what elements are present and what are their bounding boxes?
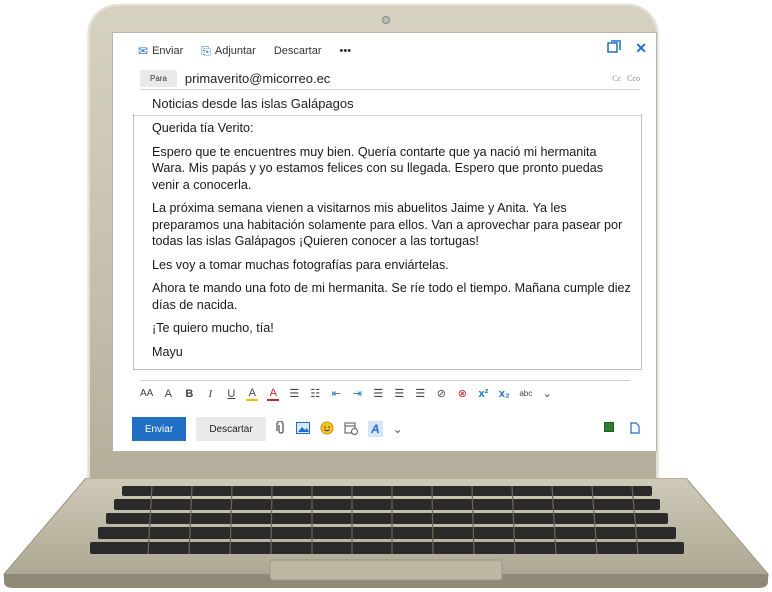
attach-icon[interactable] [276,419,286,438]
align-left-icon[interactable]: ☰ [372,387,384,400]
to-label-button[interactable]: Para [140,70,177,87]
paperclip-icon: ⎘ [201,43,211,58]
italic-icon[interactable]: I [204,388,216,400]
cc-link[interactable]: Cc [612,74,621,83]
bullets-icon[interactable]: ☰ [288,387,300,400]
toolbar-discard-button[interactable]: Descartar [274,45,322,57]
more-icon: ••• [339,45,352,57]
compose-action-bar: Enviar Descartar A ⌄ [132,417,644,441]
popout-icon[interactable] [607,40,622,57]
chevron-down-icon[interactable]: ⌄ [393,422,403,436]
subscript-icon[interactable]: x₂ [498,388,510,400]
body-paragraph-1: Espero que te encuentres muy bien. Querí… [152,144,604,192]
formatting-toolbar: AA A B I U A A ☰ ☷ ⇤ ⇥ ☰ ☰ ☰ ⊘ ⊗ x² x₂ a… [140,380,630,401]
insert-picture-icon[interactable] [296,421,310,437]
font-size-decrease-icon[interactable]: AA [140,388,153,399]
link-icon[interactable]: ⊘ [435,387,447,400]
webcam-icon [382,16,390,24]
body-paragraph-3: Les voy a tomar muchas fotografías para … [152,257,449,272]
numbering-icon[interactable]: ☷ [309,387,321,400]
format-text-icon[interactable]: A [368,421,383,437]
compose-toolbar: ✉ Enviar ⎘ Adjuntar Descartar ••• [138,42,351,60]
to-field-row: Para primaverito@micorreo.ec Cc Cco [140,68,640,90]
emoji-icon[interactable] [320,421,334,438]
body-paragraph-2: La próxima semana vienen a visitarnos mi… [152,201,623,248]
cc-links: Cc Cco [612,74,640,83]
font-size-increase-icon[interactable]: A [162,388,174,400]
body-greeting: Querida tía Verito: [152,121,254,135]
align-center-icon[interactable]: ☰ [393,387,405,400]
window-controls: ✕ [607,40,647,57]
toolbar-attach-label: Adjuntar [214,45,256,57]
send-icon: ✉ [138,44,149,58]
message-body[interactable]: Querida tía Verito: Espero que te encuen… [133,114,642,370]
bottom-right-icons [604,421,640,437]
body-closing: ¡Te quiero mucho, tía! [152,321,274,335]
align-right-icon[interactable]: ☰ [414,387,426,400]
strikethrough-icon[interactable]: abc [519,389,532,398]
outdent-icon[interactable]: ⇤ [330,387,342,400]
toolbar-send-button[interactable]: ✉ Enviar [138,44,183,58]
discard-button[interactable]: Descartar [196,417,266,441]
laptop-keyboard-base [3,478,769,588]
chevron-down-icon[interactable]: ⌄ [541,387,553,400]
highlight-icon[interactable]: A [246,387,259,401]
bold-icon[interactable]: B [183,388,195,400]
more-options-button[interactable]: ••• [340,45,352,57]
body-paragraph-4: Ahora te mando una foto de mi hermanita.… [152,281,631,312]
underline-icon[interactable]: U [225,388,237,400]
indent-icon[interactable]: ⇥ [351,387,363,400]
bcc-link[interactable]: Cco [627,74,640,83]
to-recipient[interactable]: primaverito@micorreo.ec [185,71,330,86]
unlink-icon[interactable]: ⊗ [456,387,468,400]
close-icon[interactable]: ✕ [635,40,647,57]
document-icon[interactable] [630,421,640,437]
toolbar-discard-label: Descartar [273,45,322,57]
send-button[interactable]: Enviar [132,417,186,441]
calendar-icon[interactable] [344,421,358,438]
subject-field[interactable]: Noticias desde las islas Galápagos [132,94,642,116]
font-color-icon[interactable]: A [267,387,280,401]
body-signature: Mayu [152,344,183,359]
superscript-icon[interactable]: x² [477,388,489,400]
app-green-icon[interactable] [604,421,614,432]
toolbar-attach-button[interactable]: ⎘ Adjuntar [201,44,256,59]
toolbar-send-label: Enviar [152,45,184,57]
